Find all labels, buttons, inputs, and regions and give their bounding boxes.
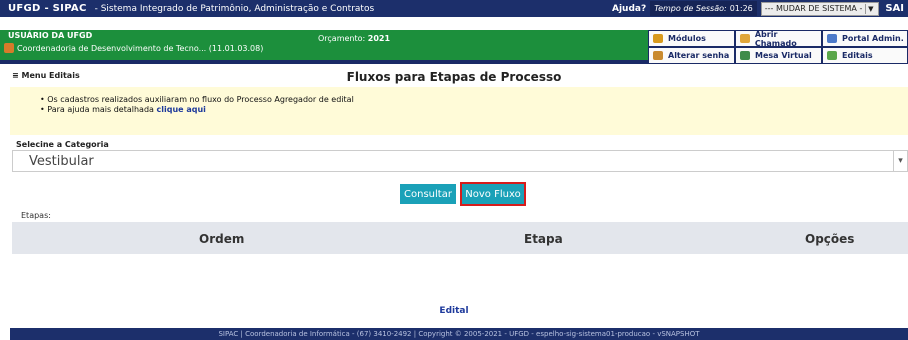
help-detail-link[interactable]: clique aqui — [156, 105, 205, 114]
category-value: Vestibular — [29, 154, 94, 169]
key-icon — [653, 51, 663, 60]
session-time: 01:26 — [729, 4, 753, 13]
menu-item-portal-admin[interactable]: Portal Admin. — [823, 31, 907, 46]
menu-item-mesa-virtual[interactable]: Mesa Virtual — [736, 48, 821, 63]
info-line: • Os cadastros realizados auxiliaram no … — [40, 95, 354, 104]
menu-item-label: Módulos — [668, 34, 706, 43]
user-unit-label: Coordenadoria de Desenvolvimento de Tecn… — [17, 43, 264, 53]
info-line: • Para ajuda mais detalhada clique aqui — [40, 105, 908, 115]
user-name: USUÁRIO DA UFGD — [8, 31, 93, 40]
session-timer: Tempo de Sessão: 01:26 — [650, 1, 757, 16]
top-bar: UFGD - SIPAC - Sistema Integrado de Patr… — [0, 0, 908, 17]
table-header: Ordem Etapa Opções — [12, 222, 908, 254]
menu-item-modulos[interactable]: Módulos — [649, 31, 734, 46]
edital-link[interactable]: Edital — [0, 306, 908, 316]
session-label: Tempo de Sessão: — [654, 4, 727, 13]
portal-icon — [827, 34, 837, 43]
menu-item-editais[interactable]: Editais — [823, 48, 907, 63]
column-header-opcoes: Opções — [805, 232, 855, 246]
category-label: Selecine a Categoria — [16, 140, 109, 149]
category-select[interactable]: Vestibular ▾ — [12, 150, 908, 172]
desk-icon — [740, 51, 750, 60]
modules-icon — [653, 34, 663, 43]
budget-label: Orçamento: — [318, 34, 366, 43]
unit-icon — [4, 43, 14, 53]
footer: SIPAC | Coordenadoria de Informática - (… — [10, 328, 908, 340]
consultar-button[interactable]: Consultar — [400, 184, 456, 204]
chevron-down-icon: ▾ — [893, 151, 907, 171]
logout-link[interactable]: SAI — [879, 3, 908, 14]
info-line-text: • Para ajuda mais detalhada — [40, 105, 154, 114]
page-title: Fluxos para Etapas de Processo — [346, 70, 562, 84]
menu-item-label: Editais — [842, 51, 873, 60]
menu-item-label: Portal Admin. — [842, 34, 904, 43]
user-bar-divider — [0, 60, 648, 64]
menu-item-label: Alterar senha — [668, 51, 730, 60]
menu-item-label: Abrir Chamado — [754, 29, 797, 48]
chevron-down-icon: ▼ — [865, 3, 875, 14]
editais-icon — [827, 51, 837, 60]
column-header-ordem: Ordem — [199, 232, 245, 246]
system-name: - Sistema Integrado de Patrimônio, Admin… — [94, 3, 375, 14]
column-header-etapa: Etapa — [524, 232, 563, 246]
info-box: • Os cadastros realizados auxiliaram no … — [10, 87, 908, 135]
budget-year: 2021 — [367, 34, 391, 43]
system-brand: UFGD - SIPAC — [8, 3, 87, 14]
menu-item-abrir-chamado[interactable]: Abrir Chamado — [736, 29, 821, 48]
menu-edits-link[interactable]: ≡ Menu Editais — [12, 71, 80, 80]
ticket-icon — [740, 34, 750, 43]
change-system-label: --- MUDAR DE SISTEMA - — [764, 4, 863, 13]
user-unit[interactable]: Coordenadoria de Desenvolvimento de Tecn… — [4, 43, 263, 53]
budget: Orçamento: 2021 — [318, 34, 390, 43]
help-link[interactable]: Ajuda? — [608, 4, 650, 14]
novo-fluxo-button[interactable]: Novo Fluxo — [460, 182, 526, 206]
user-bar: USUÁRIO DA UFGD Coordenadoria de Desenvo… — [0, 30, 648, 64]
menu-item-alterar-senha[interactable]: Alterar senha — [649, 48, 734, 63]
table-caption: Etapas: — [21, 211, 51, 220]
quick-menu: Módulos Abrir Chamado Portal Admin. Alte… — [648, 30, 908, 64]
menu-item-label: Mesa Virtual — [755, 51, 812, 60]
change-system-select[interactable]: --- MUDAR DE SISTEMA - ▼ — [760, 1, 880, 16]
top-bar-right: Ajuda? Tempo de Sessão: 01:26 --- MUDAR … — [608, 0, 908, 17]
